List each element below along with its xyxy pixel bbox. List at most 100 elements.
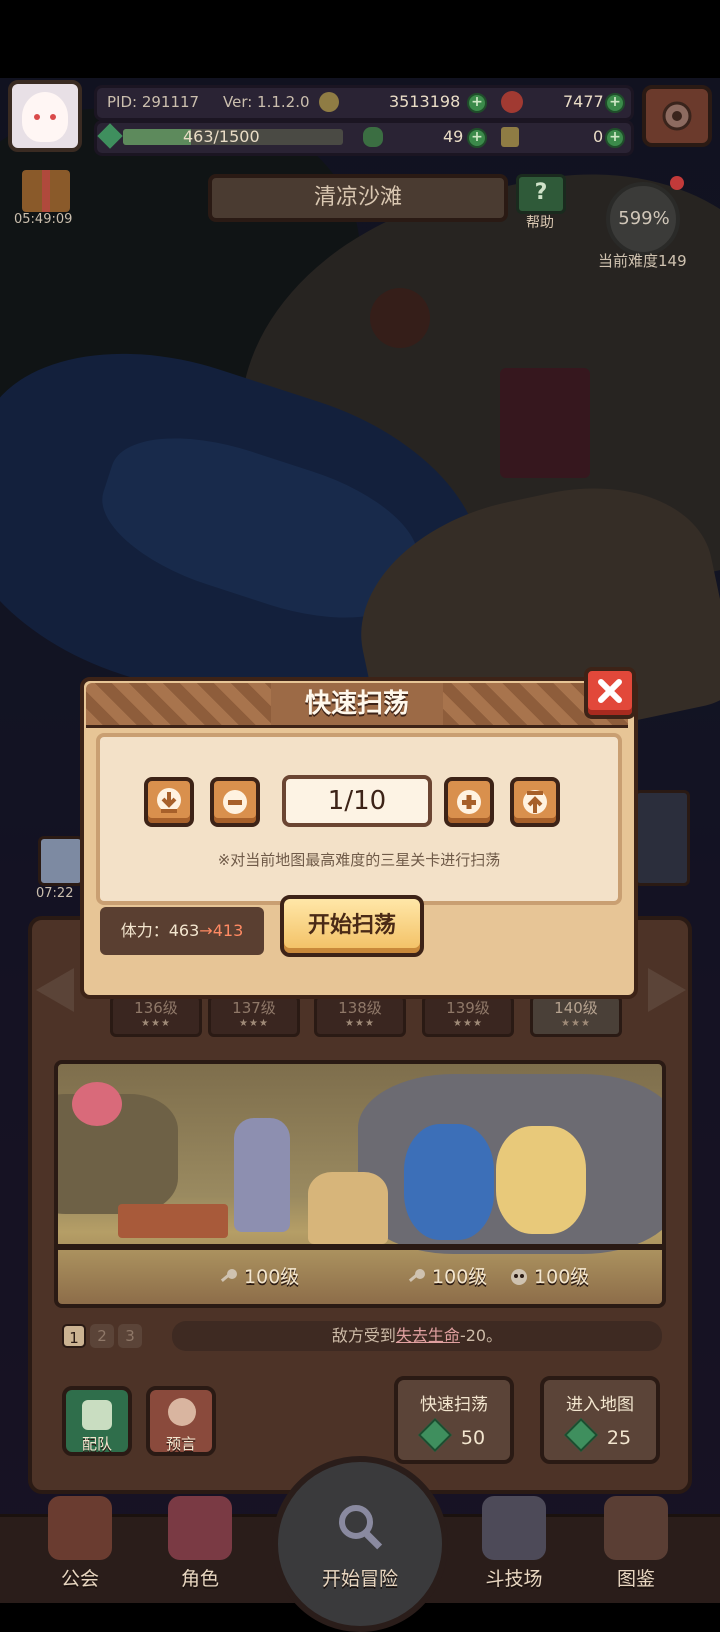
version-text: Ver: 1.1.2.0 (223, 93, 310, 111)
enemy-level-2: 100级 (510, 1262, 589, 1289)
level-chip[interactable]: 136级 ★★★ (110, 995, 202, 1037)
clover-amount: 49 (443, 127, 464, 146)
preview-button[interactable]: 预言 (146, 1386, 216, 1456)
enter-map-button[interactable]: 进入地图 25 (540, 1376, 660, 1464)
stamina-text: 463/1500 (183, 127, 260, 146)
skill-keyword-link[interactable]: 失去生命 (396, 1326, 460, 1345)
battle-preview: 100级 100级 100级 (54, 1060, 666, 1308)
settings-button[interactable] (642, 85, 712, 147)
arrow-down-bar-icon (157, 788, 181, 813)
skull-icon (511, 1269, 527, 1285)
gift-timer: 05:49:09 (14, 212, 73, 227)
gem-red-icon (501, 91, 523, 113)
plus-icon (457, 790, 481, 814)
max-count-button[interactable] (510, 777, 560, 827)
stamina-bar-fill (123, 129, 192, 145)
nav-adventure[interactable]: 开始冒险 (300, 1496, 420, 1600)
fruit-icon (72, 1082, 122, 1126)
puzzle-amount: 0 (593, 127, 604, 146)
side-timer: 07:22 (36, 886, 74, 901)
right-portrait[interactable] (634, 790, 690, 886)
help-label: 帮助 (526, 215, 554, 231)
gem-icon (417, 1418, 452, 1452)
nav-guild[interactable]: 公会 (30, 1496, 130, 1600)
guild-icon (48, 1496, 112, 1560)
close-button[interactable] (584, 667, 636, 719)
team-button[interactable]: 配队 (62, 1386, 132, 1456)
level-chip[interactable]: 139级 ★★★ (422, 995, 514, 1037)
nav-codex[interactable]: 图鉴 (586, 1496, 686, 1600)
hud-row-2: 463/1500 49 + 0 + (94, 120, 634, 156)
skill-tab-1[interactable]: 1 (62, 1324, 86, 1348)
stage-name: 清凉沙滩 (313, 185, 402, 210)
arrow-up-bar-icon (523, 790, 547, 814)
pid-text: PID: 291117 (107, 93, 200, 111)
blue-monster-sprite (404, 1124, 494, 1240)
gem-icon (563, 1418, 598, 1452)
coin-icon (319, 92, 339, 112)
difficulty-percent: 599% (618, 208, 670, 229)
crystal-ball-icon (168, 1398, 196, 1426)
hud-row-1: PID: 291117 Ver: 1.1.2.0 3513198 + 7477 … (94, 85, 634, 121)
key-icon (408, 1269, 425, 1282)
key-icon (220, 1269, 237, 1282)
add-clover-button[interactable]: + (467, 128, 487, 148)
shell-girl-sprite (496, 1126, 586, 1234)
food-table (118, 1204, 228, 1238)
nav-arena[interactable]: 斗技场 (464, 1496, 564, 1600)
star-rating: ★★★ (239, 1018, 269, 1029)
quick-sweep-button[interactable]: 快速扫荡 50 (394, 1376, 514, 1464)
skill-tab-3[interactable]: 3 (118, 1324, 142, 1348)
skill-tab-2[interactable]: 2 (90, 1324, 114, 1348)
dialog-title-bar: 快速扫荡 (86, 683, 628, 728)
gear-icon (662, 101, 692, 131)
star-rating: ★★★ (561, 1018, 591, 1029)
star-rating: ★★★ (345, 1018, 375, 1029)
book-icon (604, 1496, 668, 1560)
sweep-settings: 1/10 ※对当前地图最高难度的三星关卡进行扫荡 (96, 733, 622, 905)
player-avatar[interactable] (8, 80, 82, 152)
start-sweep-button[interactable]: 开始扫荡 (280, 895, 424, 957)
add-gold-button[interactable]: + (467, 93, 487, 113)
stamina-gem-icon (97, 123, 123, 149)
crossed-swords-icon (482, 1496, 546, 1560)
bunny-girl-sprite (234, 1118, 290, 1232)
puzzle-icon (501, 127, 519, 147)
help-icon: ? (516, 174, 566, 214)
difficulty-badge[interactable]: 599% (604, 176, 688, 260)
side-portrait[interactable] (38, 836, 84, 886)
gold-amount: 3513198 (389, 92, 461, 111)
role-icon (168, 1496, 232, 1560)
sweep-note: ※对当前地图最高难度的三星关卡进行扫荡 (217, 851, 501, 869)
skill-description: 敌方受到失去生命-20。 (172, 1321, 662, 1351)
help-button[interactable]: ? 帮助 (516, 174, 566, 231)
team-icon (82, 1400, 112, 1430)
add-puzzle-button[interactable]: + (605, 128, 625, 148)
level-chip-selected[interactable]: 140级 ★★★ (530, 995, 622, 1037)
minus-icon (223, 790, 247, 814)
gift-button[interactable] (18, 168, 74, 214)
star-rating: ★★★ (453, 1018, 483, 1029)
level-chip[interactable]: 138级 ★★★ (314, 995, 406, 1037)
sandcastle-sprite (308, 1172, 388, 1244)
decrease-button[interactable] (210, 777, 260, 827)
quick-sweep-dialog: 快速扫荡 1/10 ※对当前地图最高难度的三星关卡进行扫荡 体力：463→413… (80, 667, 638, 999)
level-chip[interactable]: 137级 ★★★ (208, 995, 300, 1037)
nav-role[interactable]: 角色 (150, 1496, 250, 1600)
gem-amount: 7477 (563, 92, 604, 111)
add-gem-button[interactable]: + (605, 93, 625, 113)
stamina-cost: 体力：463→413 (100, 907, 264, 955)
difficulty-label: 当前难度149 (598, 252, 687, 270)
ally-level: 100级 (220, 1262, 299, 1289)
increase-button[interactable] (444, 777, 494, 827)
clover-icon (363, 127, 383, 147)
star-rating: ★★★ (141, 1018, 171, 1029)
enemy-level-1: 100级 (408, 1262, 487, 1289)
sweep-count-field[interactable]: 1/10 (282, 775, 432, 827)
stage-name-banner: 清凉沙滩 (208, 174, 508, 222)
magnifier-icon (328, 1496, 392, 1560)
close-icon (598, 679, 622, 703)
dialog-title: 快速扫荡 (271, 683, 443, 725)
min-count-button[interactable] (144, 777, 194, 827)
alert-dot (670, 176, 684, 190)
